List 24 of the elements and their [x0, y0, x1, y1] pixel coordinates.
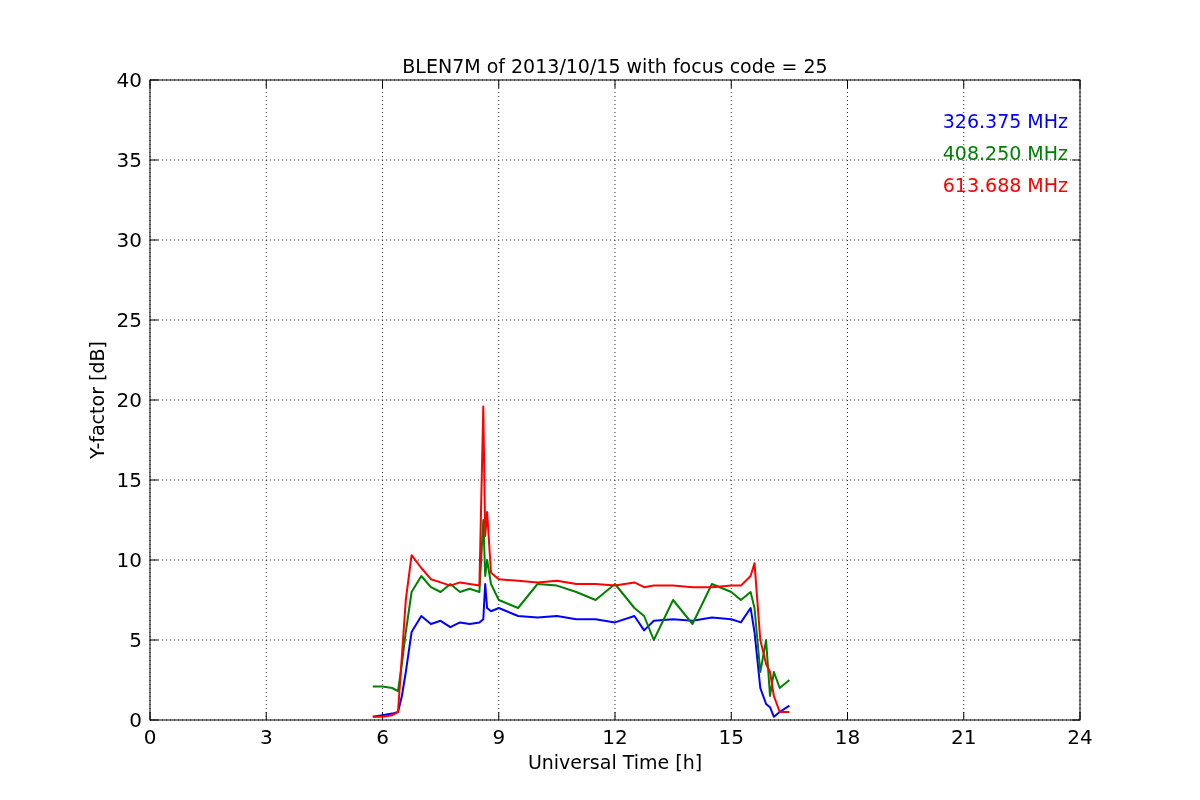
tick-label: 0: [143, 725, 157, 749]
tick-label: 35: [116, 148, 142, 172]
tick-label: 25: [116, 308, 142, 332]
tick-label: 6: [376, 725, 389, 749]
tick-label: 15: [718, 725, 744, 749]
x-axis-label: Universal Time [h]: [527, 751, 703, 773]
tick-label: 12: [602, 725, 628, 749]
tick-label: 3: [259, 725, 273, 749]
legend-label: 326.375 MHz: [942, 110, 1068, 132]
tick-label: 21: [951, 725, 977, 749]
tick-label: 20: [116, 388, 142, 412]
tick-label: 30: [116, 228, 142, 252]
tick-label: 10: [116, 548, 142, 572]
tick-label: 40: [116, 68, 142, 92]
legend-label: 613.688 MHz: [942, 174, 1068, 196]
y-axis-label: Y-factor [dB]: [86, 341, 108, 459]
tick-label: 5: [129, 628, 142, 652]
tick-label: 0: [129, 708, 142, 732]
tick-label: 15: [116, 468, 142, 492]
legend-label: 408.250 MHz: [942, 142, 1068, 164]
tick-label: 9: [492, 725, 506, 749]
chart-title: BLEN7M of 2013/10/15 with focus code = 25: [402, 55, 828, 77]
tick-label: 24: [1067, 725, 1093, 749]
tick-label: 18: [834, 725, 861, 749]
